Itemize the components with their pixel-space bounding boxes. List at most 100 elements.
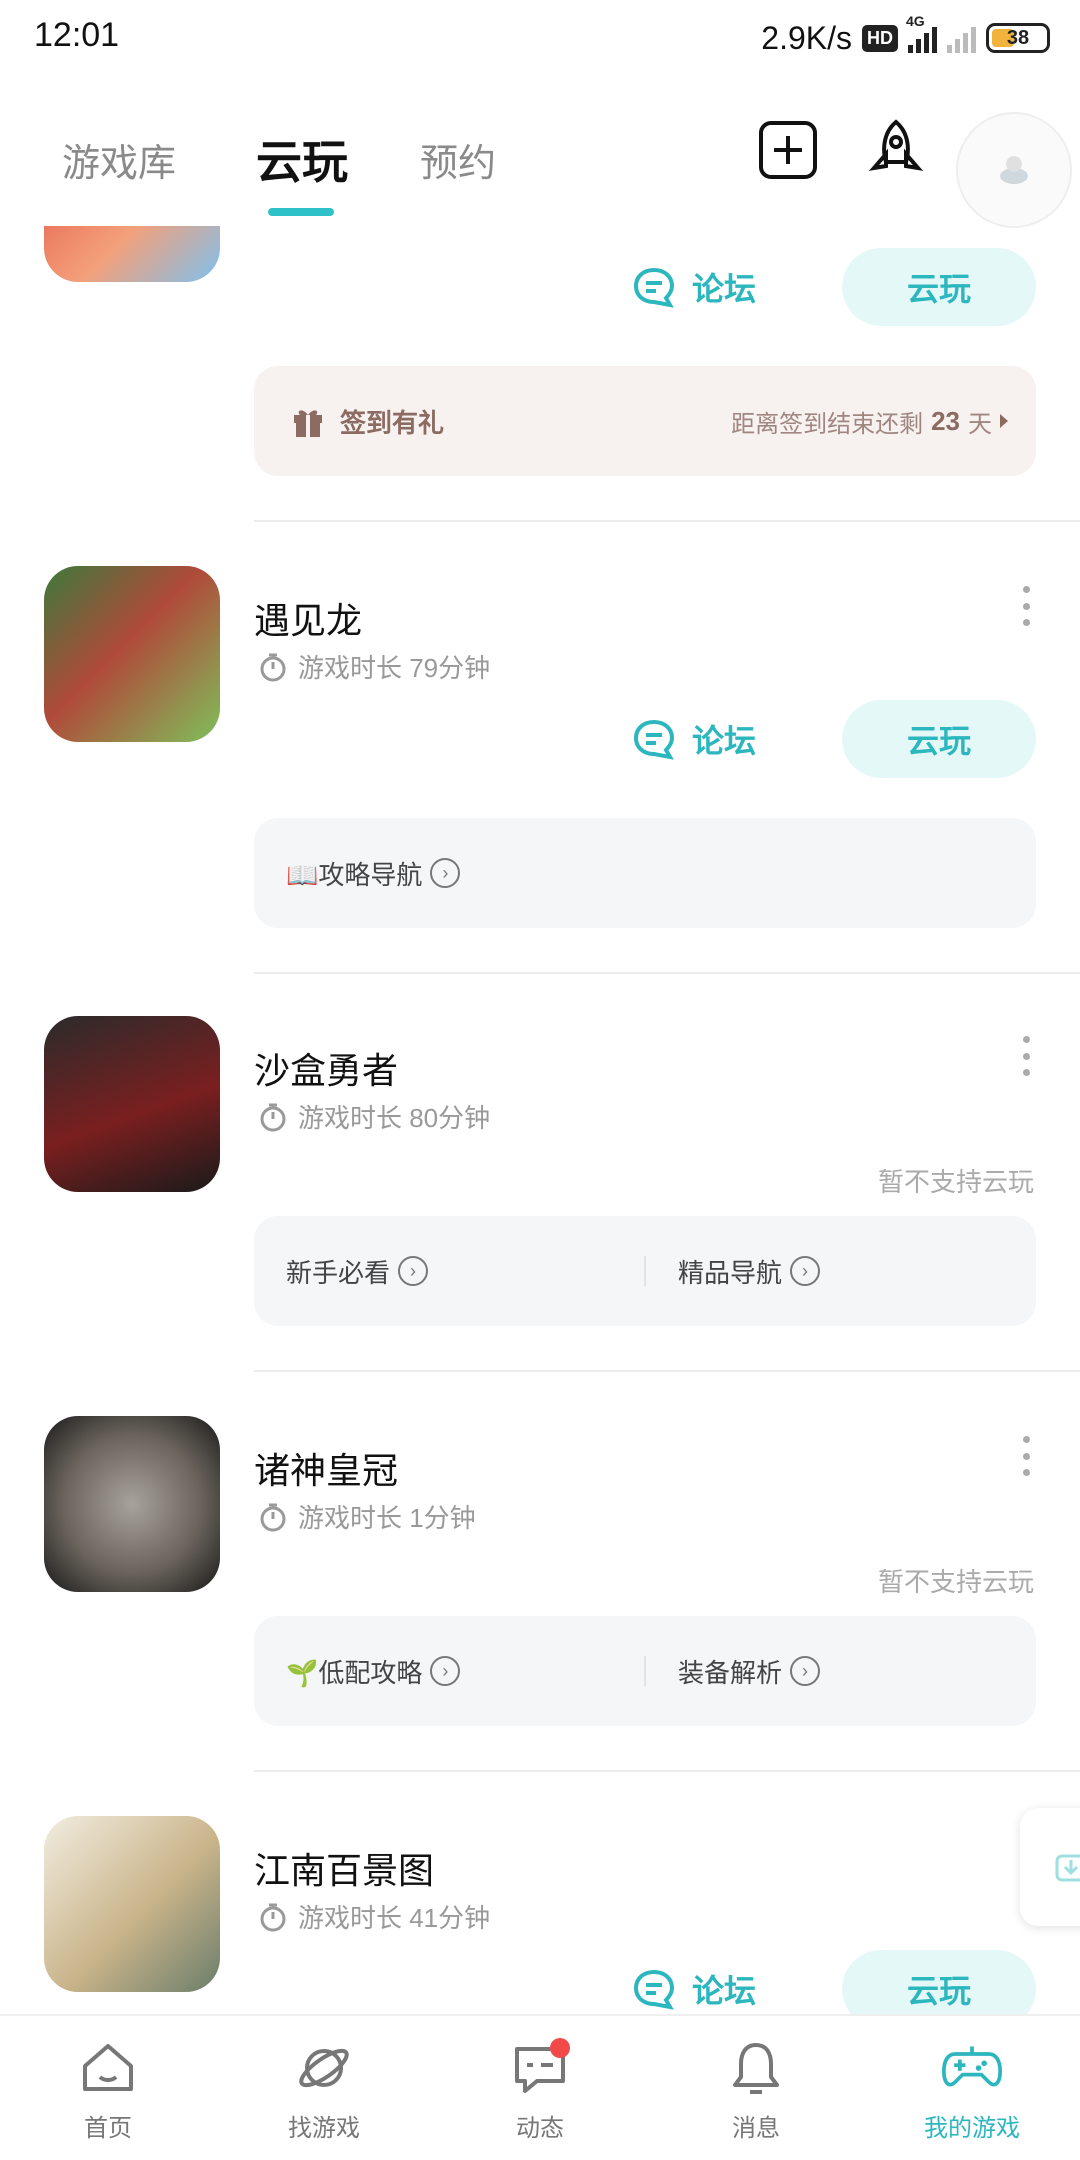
- nav-find-games[interactable]: 找游戏: [216, 2016, 432, 2160]
- add-icon[interactable]: [756, 118, 820, 182]
- nav-home[interactable]: 首页: [0, 2016, 216, 2160]
- game-list: 论坛 云玩 签到有礼 距离签到结束还剩 23 天 遇见龙 游戏时长 79分钟 论…: [0, 226, 1080, 2014]
- network-type: 4G: [906, 13, 925, 29]
- guide-link[interactable]: 装备解析 ›: [646, 1616, 1036, 1726]
- gamepad-icon: [942, 2038, 1002, 2098]
- forum-button[interactable]: 论坛: [632, 1950, 756, 2014]
- divider: [254, 520, 1080, 522]
- nav-label: 消息: [732, 2115, 780, 2142]
- more-options-icon[interactable]: [1012, 586, 1040, 626]
- game-name[interactable]: 遇见龙: [254, 592, 362, 644]
- nav-my-games[interactable]: 我的游戏: [864, 2016, 1080, 2160]
- nav-label: 首页: [84, 2115, 132, 2142]
- cloud-unsupported-text: 暂不支持云玩: [877, 1567, 1034, 1597]
- play-time: 游戏时长 1分钟: [258, 1498, 476, 1535]
- guide-label: 🌱低配攻略: [286, 1657, 423, 1688]
- tab-game-library[interactable]: 游戏库: [62, 132, 176, 187]
- home-icon: [78, 2038, 138, 2098]
- guide-label: 精品导航: [678, 1257, 783, 1288]
- forum-label: 论坛: [692, 723, 757, 759]
- timer-icon: [260, 653, 286, 681]
- guide-box: 新手必看 › 精品导航 ›: [254, 1216, 1036, 1326]
- play-time: 游戏时长 41分钟: [258, 1898, 490, 1935]
- nav-label: 动态: [516, 2115, 564, 2142]
- timer-icon: [260, 1903, 286, 1931]
- guide-box: 📖攻略导航 ›: [254, 818, 1036, 928]
- signin-remaining-suffix: 天: [968, 410, 992, 438]
- forum-button[interactable]: 论坛: [632, 248, 756, 326]
- divider: [254, 1370, 1080, 1372]
- game-icon[interactable]: [44, 226, 220, 282]
- game-icon[interactable]: [44, 1416, 220, 1592]
- game-icon[interactable]: [44, 1816, 220, 1992]
- game-icon[interactable]: [44, 1016, 220, 1192]
- battery-level: 38: [1006, 26, 1030, 49]
- chevron-right-icon: ›: [430, 1656, 461, 1686]
- timer-icon: [260, 1503, 286, 1531]
- play-time-text: 游戏时长 79分钟: [298, 653, 491, 683]
- guide-link[interactable]: 📖攻略导航 ›: [254, 818, 1036, 928]
- status-bar: 12:01 2.9K/s HD 4G 38: [0, 0, 1080, 76]
- forum-button[interactable]: 论坛: [632, 700, 756, 778]
- rocket-icon[interactable]: [864, 118, 928, 182]
- game-name[interactable]: 沙盒勇者: [254, 1042, 398, 1094]
- floating-download-button[interactable]: [1020, 1808, 1080, 1926]
- guide-link[interactable]: 新手必看 ›: [254, 1216, 644, 1326]
- battery-icon: 38: [986, 23, 1050, 53]
- status-time: 12:01: [34, 16, 120, 54]
- chevron-right-icon: ›: [790, 1256, 821, 1286]
- play-time-text: 游戏时长 41分钟: [298, 1903, 491, 1933]
- signal-icon: 4G: [906, 13, 937, 53]
- planet-icon: [294, 2038, 354, 2098]
- forum-icon: [633, 1969, 675, 2010]
- active-tab-indicator: [268, 208, 334, 216]
- chevron-right-icon: ›: [398, 1256, 429, 1286]
- signin-remaining-prefix: 距离签到结束还剩: [731, 410, 924, 438]
- chat-icon: [510, 2038, 570, 2098]
- play-time-text: 游戏时长 1分钟: [298, 1503, 476, 1533]
- forum-icon: [633, 719, 675, 760]
- forum-icon: [633, 267, 675, 308]
- game-name[interactable]: 江南百景图: [254, 1842, 434, 1894]
- nav-activity[interactable]: 动态: [432, 2016, 648, 2160]
- tab-cloud-play[interactable]: 云玩: [256, 126, 348, 192]
- nav-messages[interactable]: 消息: [648, 2016, 864, 2160]
- guide-label: 📖攻略导航: [286, 859, 423, 890]
- forum-label: 论坛: [692, 1973, 757, 2009]
- game-name[interactable]: 诸神皇冠: [254, 1442, 398, 1494]
- signin-label: 签到有礼: [340, 407, 445, 438]
- signin-countdown: 距离签到结束还剩 23 天: [731, 404, 1008, 439]
- divider: [254, 972, 1080, 974]
- guide-link[interactable]: 🌱低配攻略 ›: [254, 1616, 644, 1726]
- guide-box: 🌱低配攻略 › 装备解析 ›: [254, 1616, 1036, 1726]
- chevron-right-icon: [1000, 414, 1008, 428]
- avatar[interactable]: [956, 112, 1072, 228]
- signin-banner[interactable]: 签到有礼 距离签到结束还剩 23 天: [254, 366, 1036, 476]
- more-options-icon[interactable]: [1012, 1436, 1040, 1476]
- hd-badge: HD: [862, 24, 898, 52]
- gift-icon: [294, 410, 322, 437]
- signin-left: 签到有礼: [290, 403, 444, 440]
- nav-label: 找游戏: [288, 2115, 360, 2142]
- signin-remaining-days: 23: [931, 405, 960, 436]
- cloud-play-button[interactable]: 云玩: [842, 700, 1036, 778]
- cloud-play-button[interactable]: 云玩: [842, 248, 1036, 326]
- timer-icon: [260, 1103, 286, 1131]
- top-tab-bar: 游戏库 云玩 预约: [0, 76, 1080, 228]
- notification-dot: [550, 2038, 570, 2058]
- cloud-unsupported-text: 暂不支持云玩: [877, 1167, 1034, 1197]
- game-icon[interactable]: [44, 566, 220, 742]
- bell-icon: [726, 2038, 786, 2098]
- chevron-right-icon: ›: [430, 858, 461, 888]
- guide-label: 新手必看: [286, 1257, 391, 1288]
- cloud-play-button[interactable]: 云玩: [842, 1950, 1036, 2014]
- forum-label: 论坛: [692, 271, 757, 307]
- network-speed: 2.9K/s: [761, 19, 852, 56]
- nav-label: 我的游戏: [924, 2115, 1020, 2142]
- status-icons: 2.9K/s HD 4G 38: [761, 13, 1050, 60]
- play-time: 游戏时长 79分钟: [258, 648, 490, 685]
- divider: [254, 1770, 1080, 1772]
- guide-link[interactable]: 精品导航 ›: [646, 1216, 1036, 1326]
- tab-reservation[interactable]: 预约: [420, 132, 496, 187]
- more-options-icon[interactable]: [1012, 1036, 1040, 1076]
